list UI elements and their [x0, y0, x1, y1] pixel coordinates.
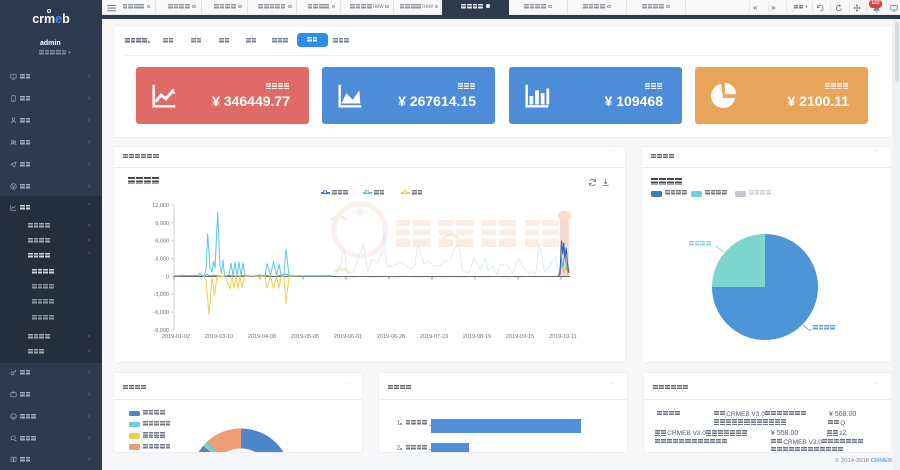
- svg-text:-6,000: -6,000: [153, 310, 169, 316]
- svg-text:2019-10-11: 2019-10-11: [549, 334, 577, 340]
- svg-text:2019-06-01: 2019-06-01: [334, 334, 362, 340]
- svg-text:-3,000: -3,000: [153, 292, 169, 298]
- svg-text:2019-05-05: 2019-05-05: [291, 334, 319, 340]
- svg-text:0: 0: [166, 274, 169, 280]
- svg-text:12,000: 12,000: [152, 203, 169, 209]
- svg-text:2019-04-08: 2019-04-08: [248, 334, 276, 340]
- svg-text:2019-03-10: 2019-03-10: [205, 334, 233, 340]
- svg-text:3,000: 3,000: [155, 257, 169, 263]
- svg-text:2019-08-19: 2019-08-19: [463, 334, 491, 340]
- svg-text:6,000: 6,000: [155, 239, 169, 245]
- svg-text:2019-07-23: 2019-07-23: [420, 334, 448, 340]
- svg-text:2019-09-15: 2019-09-15: [506, 334, 534, 340]
- svg-text:2019-06-28: 2019-06-28: [377, 334, 405, 340]
- svg-text:2019-01-02: 2019-01-02: [162, 334, 190, 340]
- svg-text:9,000: 9,000: [155, 221, 169, 227]
